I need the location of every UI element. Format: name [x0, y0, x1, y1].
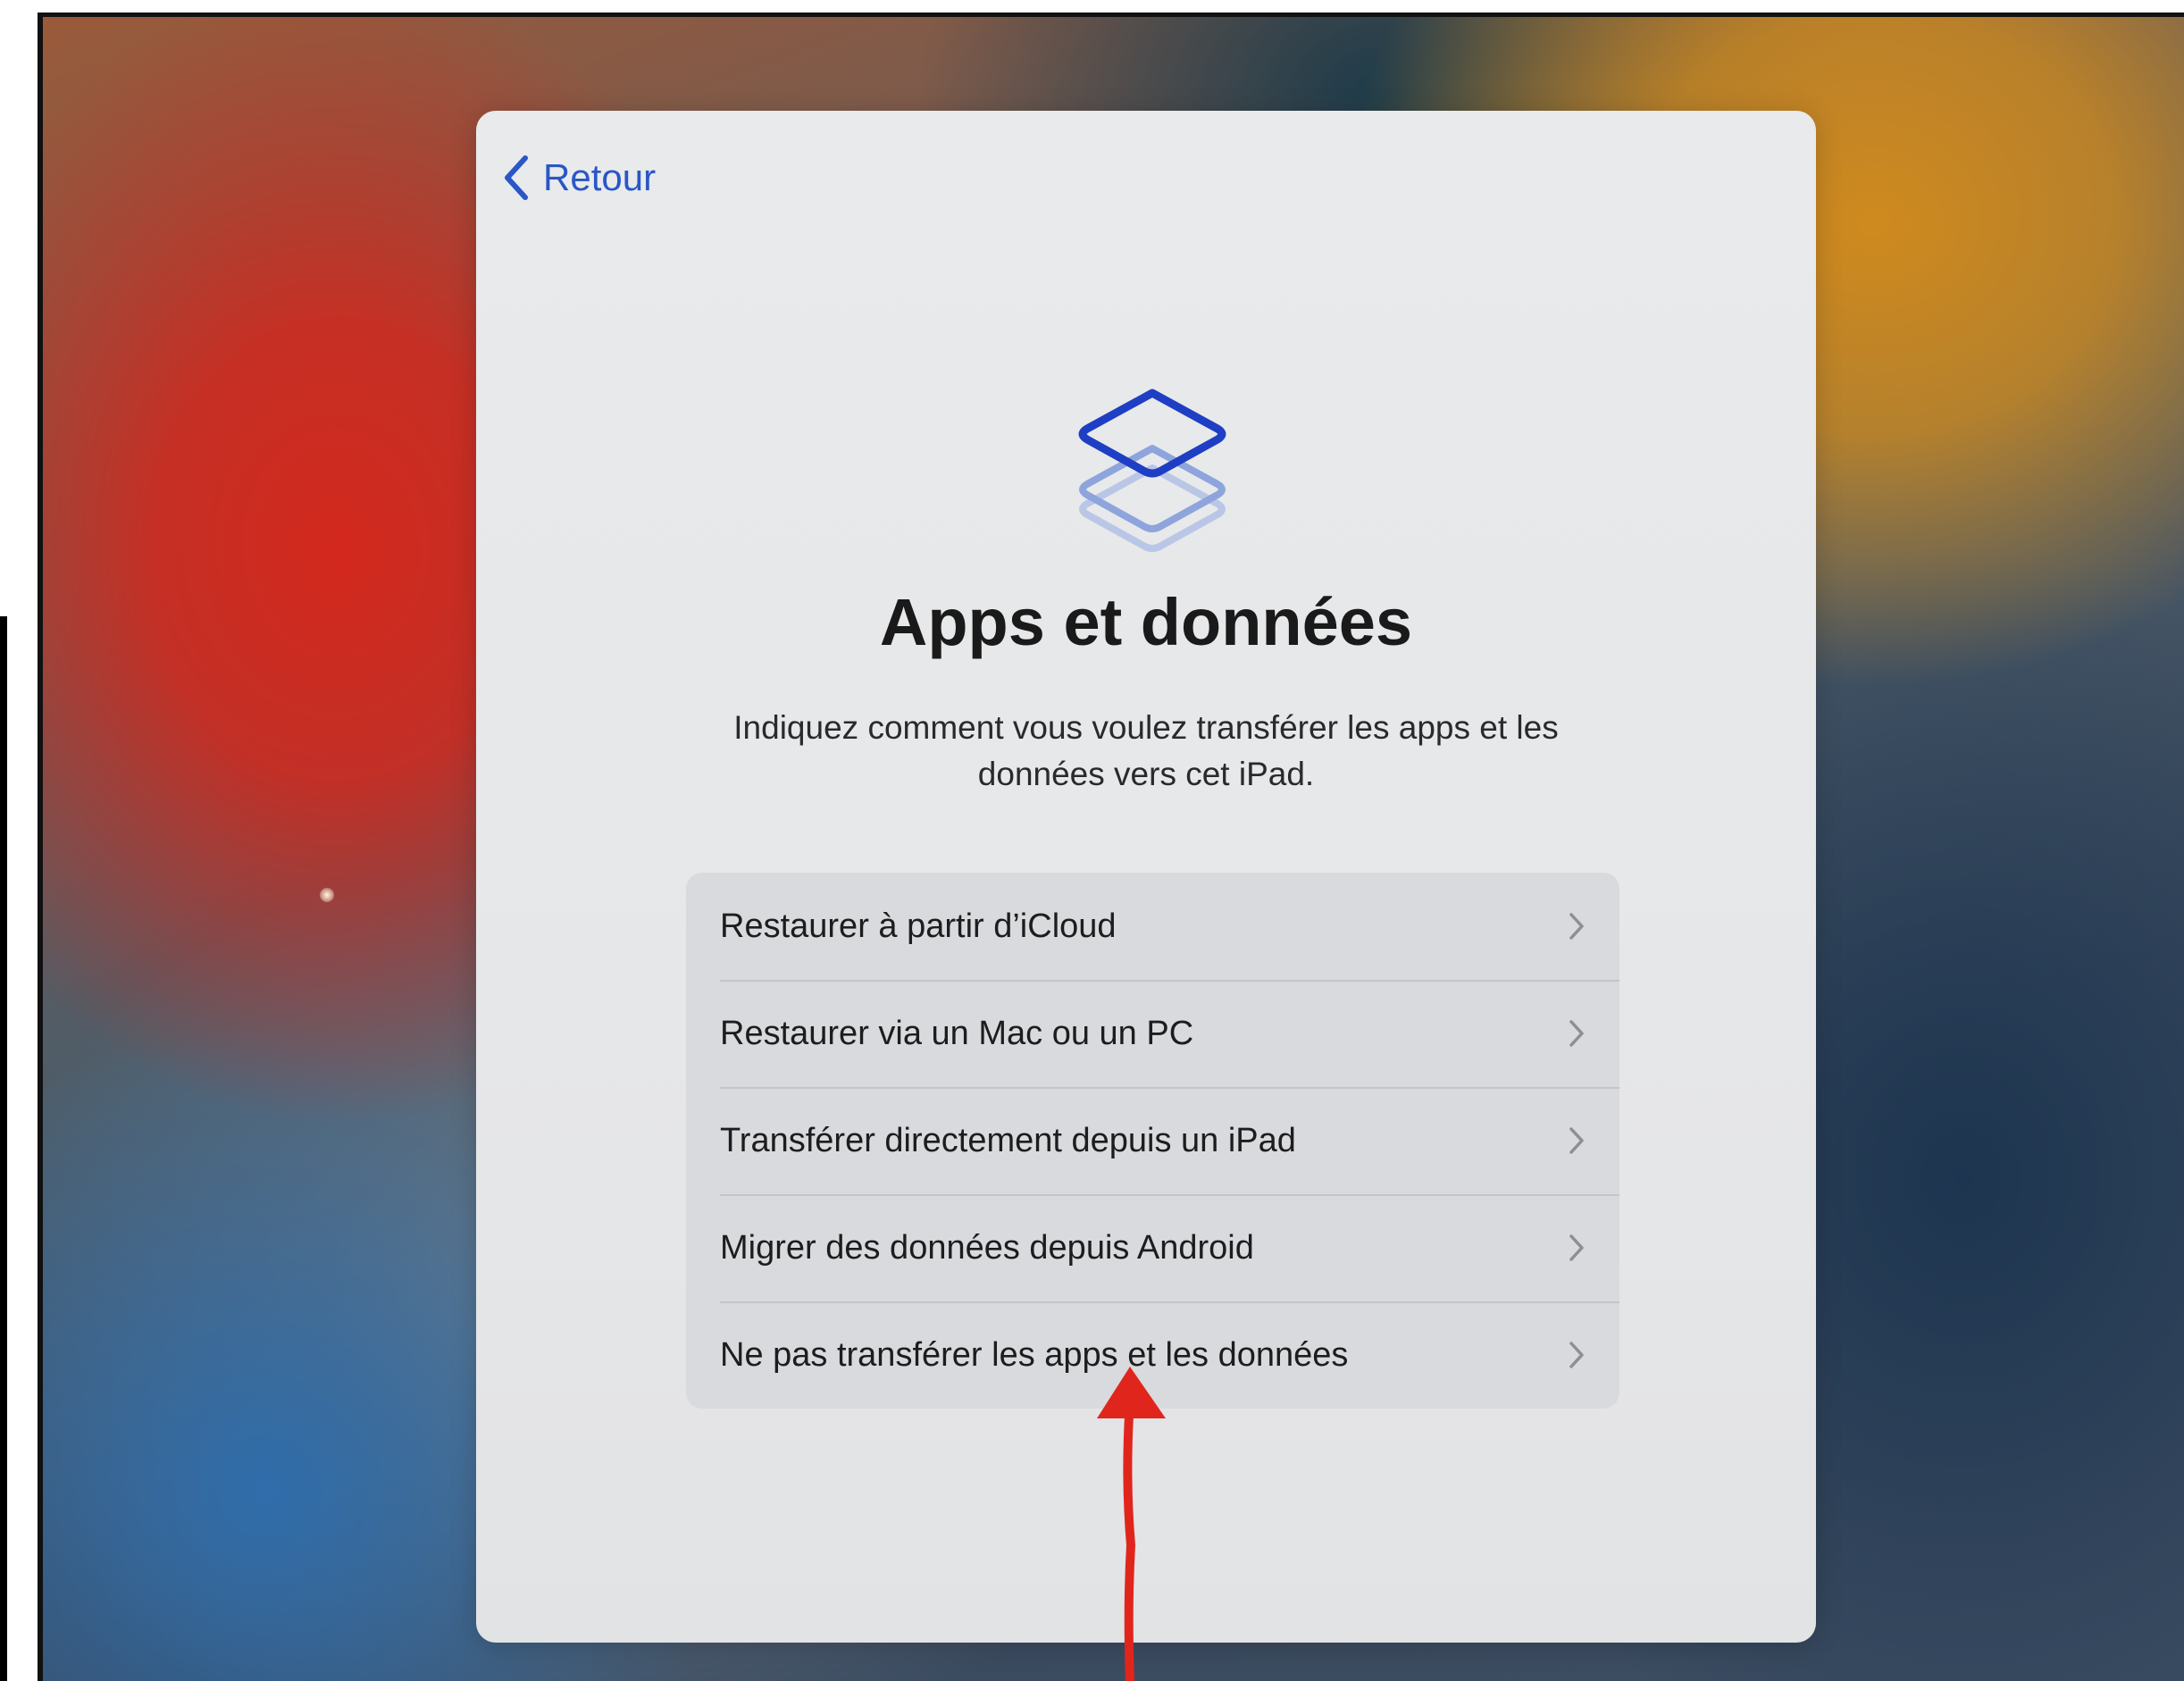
photo-stage: Retour Apps et données Indiquez comment …: [0, 0, 2184, 1681]
option-label: Transférer directement depuis un iPad: [720, 1121, 1296, 1159]
page-title: Apps et données: [879, 585, 1413, 659]
chevron-right-icon: [1569, 1234, 1584, 1261]
back-button[interactable]: Retour: [498, 146, 656, 209]
option-restore-icloud[interactable]: Restaurer à partir d’iCloud: [686, 873, 1619, 980]
option-label: Ne pas transférer les apps et les donnée…: [720, 1335, 1349, 1374]
red-arrow-annotation: [1097, 1367, 1166, 1681]
left-frame-border: [0, 616, 7, 1681]
option-migrate-android[interactable]: Migrer des données depuis Android: [686, 1194, 1619, 1301]
option-transfer-ipad[interactable]: Transférer directement depuis un iPad: [686, 1087, 1619, 1194]
option-label: Migrer des données depuis Android: [720, 1228, 1254, 1267]
chevron-right-icon: [1569, 1342, 1584, 1368]
page-subtitle: Indiquez comment vous voulez transférer …: [733, 709, 1559, 792]
chevron-right-icon: [1569, 913, 1584, 940]
option-restore-mac-pc[interactable]: Restaurer via un Mac ou un PC: [686, 980, 1619, 1087]
chevron-right-icon: [1569, 1020, 1584, 1047]
stacked-layers-icon: [1078, 389, 1226, 552]
back-label: Retour: [543, 156, 657, 198]
light-glare: [320, 888, 334, 902]
option-label: Restaurer à partir d’iCloud: [720, 907, 1117, 945]
chevron-right-icon: [1569, 1127, 1584, 1154]
chevron-left-icon: [505, 155, 528, 200]
transfer-options-list: Restaurer à partir d’iCloud Restaurer vi…: [686, 873, 1619, 1409]
option-label: Restaurer via un Mac ou un PC: [720, 1014, 1194, 1052]
